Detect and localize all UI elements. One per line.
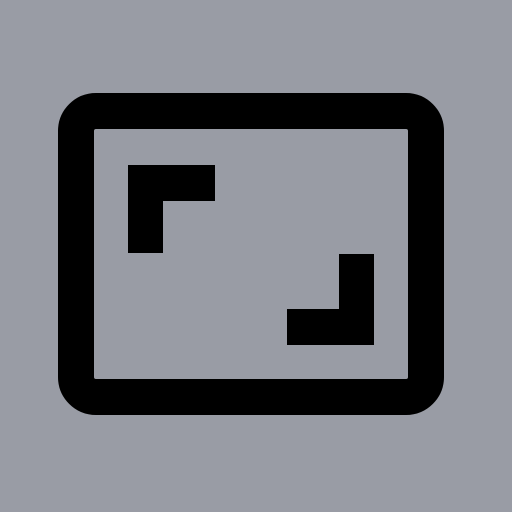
corner-top-left	[128, 165, 215, 253]
icon-canvas	[0, 0, 512, 512]
corner-bottom-right	[287, 254, 374, 345]
aspect-ratio-icon	[58, 93, 444, 415]
